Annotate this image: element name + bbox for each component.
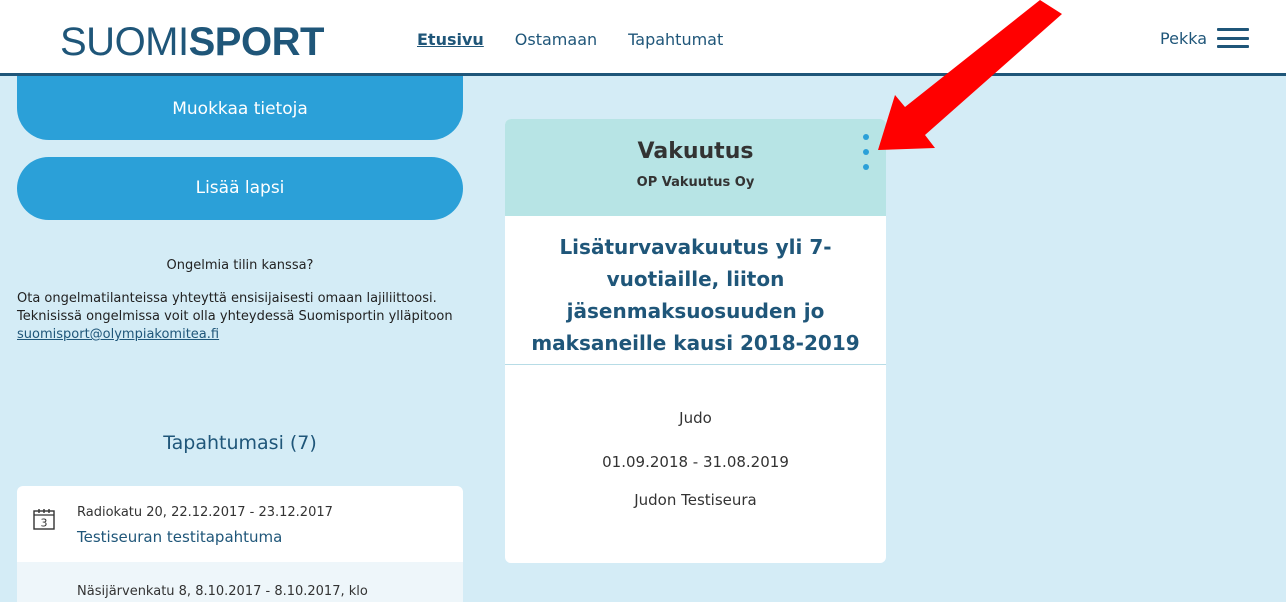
card-subtitle: OP Vakuutus Oy — [636, 175, 755, 190]
calendar-icon: 3 — [33, 509, 55, 530]
user-name[interactable]: Pekka — [1160, 29, 1207, 48]
logo-text-bold: SPORT — [188, 20, 325, 64]
hamburger-menu-icon[interactable] — [1217, 28, 1249, 48]
nav-tapahtumat[interactable]: Tapahtumat — [628, 30, 723, 49]
events-title: Tapahtumasi (7) — [163, 432, 317, 454]
nav-etusivu[interactable]: Etusivu — [417, 30, 484, 49]
event-list-item[interactable]: 3 Radiokatu 20, 22.12.2017 - 23.12.2017 … — [17, 486, 463, 562]
card-club: Judon Testiseura — [634, 491, 757, 509]
edit-profile-button[interactable]: Muokkaa tietoja — [17, 76, 463, 140]
suomisport-logo[interactable]: SUOMISPORT — [60, 20, 324, 64]
main-nav: Etusivu Ostamaan Tapahtumat — [417, 30, 754, 49]
help-text-block: Ota ongelmatilanteissa yhteyttä ensisija… — [17, 290, 457, 344]
top-bar: SUOMISPORT Etusivu Ostamaan Tapahtumat P… — [0, 0, 1286, 76]
divider — [505, 364, 886, 365]
support-email-link[interactable]: suomisport@olympiakomitea.fi — [17, 327, 219, 342]
insurance-card: Vakuutus OP Vakuutus Oy Lisäturvavakuutu… — [505, 119, 886, 563]
card-title: Vakuutus — [637, 139, 754, 164]
card-header: Vakuutus OP Vakuutus Oy — [505, 119, 886, 216]
event-meta: Radiokatu 20, 22.12.2017 - 23.12.2017 — [77, 505, 333, 520]
help-text: Ota ongelmatilanteissa yhteyttä ensisija… — [17, 291, 453, 324]
logo-text-light: SUOMI — [60, 20, 189, 64]
user-menu[interactable]: Pekka — [1160, 28, 1249, 48]
add-child-button[interactable]: Lisää lapsi — [17, 157, 463, 220]
product-title: Lisäturvavakuutus yli 7-vuotiaille, liit… — [531, 235, 860, 355]
event-name-link[interactable]: Testiseuran testitapahtuma — [77, 528, 282, 546]
nav-ostamaan[interactable]: Ostamaan — [515, 30, 597, 49]
card-dates: 01.09.2018 - 31.08.2019 — [602, 453, 789, 471]
more-options-icon[interactable] — [856, 134, 876, 170]
event-list-item[interactable]: Näsijärvenkatu 8, 8.10.2017 - 8.10.2017,… — [17, 562, 463, 602]
help-title: Ongelmia tilin kanssa? — [166, 258, 314, 273]
card-sport: Judo — [679, 409, 712, 427]
calendar-day: 3 — [41, 517, 48, 530]
